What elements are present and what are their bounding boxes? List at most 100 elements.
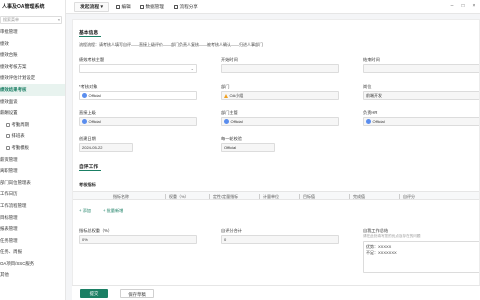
created-date-field[interactable]: 2024-05-22: [79, 143, 133, 152]
col-target: 目标值: [303, 194, 315, 199]
sidebar-item[interactable]: 考勤模板: [0, 142, 65, 154]
reviewer-field[interactable]: Official: [221, 143, 275, 152]
sidebar-item[interactable]: 绩效面谈: [0, 96, 65, 108]
menu-item-icon: [6, 122, 10, 127]
direct-superior-field[interactable]: Official: [79, 117, 197, 126]
sidebar-item[interactable]: 离职管理: [0, 165, 65, 177]
col-unit: 计量单位: [263, 194, 279, 199]
sidebar-item[interactable]: 工作流程管理: [0, 200, 65, 212]
sidebar-item-label: 考勤周期: [11, 121, 30, 127]
self-score-total-field: 0: [221, 235, 339, 244]
sidebar-item[interactable]: 薪酬设置: [0, 107, 65, 119]
sidebar-item[interactable]: 其他: [0, 269, 65, 281]
form-card: 基本信息 流程流程：请考核人填写自评——直接上级评价——部门负责人复核——被考核…: [72, 19, 480, 300]
indicator-label: 考核指标: [79, 182, 96, 187]
sidebar-item[interactable]: 薪资管理: [0, 154, 65, 166]
reviewer-label: 每一轮校验: [221, 136, 242, 141]
menu-search-input[interactable]: 搜索菜单 «: [0, 16, 62, 24]
sidebar-item[interactable]: 考勤周期: [0, 119, 65, 131]
submit-button[interactable]: 提交: [80, 289, 108, 298]
close-button[interactable]: ×: [470, 2, 478, 10]
assessee-field[interactable]: Official: [79, 91, 197, 100]
sidebar-item-label: 绩效评估计划设定: [0, 75, 36, 81]
sidebar-item-label: 绩效台账: [0, 52, 18, 58]
column-divider: [299, 194, 300, 199]
tab-start-process-label: 发起流程: [80, 5, 100, 10]
sidebar-item[interactable]: OA项目/SSC服务: [0, 258, 65, 270]
weight-total-label: 指标总权重（%）: [79, 228, 113, 233]
save-draft-button[interactable]: 保存草稿: [120, 289, 154, 298]
self-eval-title: 自评工作: [79, 165, 99, 170]
edit-button[interactable]: 编辑: [116, 2, 131, 12]
share-process-button[interactable]: 流程分享: [174, 2, 198, 12]
summary-textarea[interactable]: 优势：XXXXX 不足：XXXXXXX: [363, 241, 479, 273]
sidebar-item[interactable]: 审批管理: [0, 26, 65, 38]
start-time-field[interactable]: [221, 64, 339, 73]
sidebar-item[interactable]: 部门岗位管理表: [0, 177, 65, 189]
sidebar-item-label: 目标管理: [0, 214, 18, 220]
dept-value: OA小组: [229, 93, 244, 98]
col-self-score: 自评分: [403, 194, 415, 199]
menu-item-icon: [6, 134, 10, 139]
end-time-field[interactable]: [363, 64, 479, 73]
col-qualitative: 定性/定量指标: [213, 194, 239, 199]
column-divider: [165, 194, 166, 199]
minimize-button[interactable]: –: [448, 2, 456, 10]
sidebar-item[interactable]: 绩效台账: [0, 49, 65, 61]
database-icon: [140, 4, 144, 9]
sidebar-item[interactable]: 绩效考核方案: [0, 61, 65, 73]
sidebar-item[interactable]: 绩效结果考核: [0, 83, 65, 96]
assessee-label: *考核对象: [79, 84, 98, 89]
avatar: [82, 93, 87, 99]
sidebar-item-label: 排班表: [11, 133, 25, 139]
sidebar-item[interactable]: 绩效: [0, 38, 65, 50]
sidebar-item-label: 审批管理: [0, 29, 18, 34]
self-eval-underline: [79, 170, 101, 171]
dept-field[interactable]: OA小组: [221, 91, 339, 100]
add-row-button[interactable]: + 添加: [79, 208, 91, 214]
column-divider: [209, 194, 210, 199]
data-manage-label: 数据管理: [145, 4, 164, 9]
menu-item-icon: [6, 145, 10, 150]
sidebar-item[interactable]: 报表管理: [0, 223, 65, 235]
sidebar-item-label: 离职管理: [0, 168, 18, 174]
sidebar-item-label: 工作日历: [0, 191, 18, 197]
sidebar-item[interactable]: 工作日历: [0, 188, 65, 200]
sidebar-item-label: 报表管理: [0, 226, 18, 232]
indicator-table-header: 指标名称 权重（%） 定性/定量指标 计量单位 目标值 完成值 自评分: [73, 191, 479, 200]
collapse-menu-icon[interactable]: «: [58, 17, 60, 23]
hr-field[interactable]: Official: [363, 117, 479, 126]
dept-head-field[interactable]: Official: [221, 117, 339, 126]
sidebar-item-label: 绩效面谈: [0, 98, 18, 104]
sidebar-item-label: 考勤模板: [11, 144, 30, 150]
column-divider: [399, 194, 400, 199]
direct-superior-value: Official: [88, 119, 101, 124]
sidebar-item[interactable]: 排班表: [0, 130, 65, 142]
sidebar: 人事及OA管理系统 搜索菜单 « 审批管理 绩效 绩效台账 绩效考核方案 绩效评估计划设…: [0, 0, 66, 300]
basic-info-underline: [79, 36, 101, 37]
data-manage-button[interactable]: 数据管理: [140, 2, 164, 12]
chevron-down-icon: ⌄: [190, 66, 194, 71]
form-footer: 提交 保存草稿: [72, 285, 480, 300]
position-field[interactable]: 前端开发: [363, 91, 479, 100]
maximize-button[interactable]: □: [459, 2, 467, 10]
start-time-label: 开始时间: [221, 57, 238, 62]
sidebar-item[interactable]: 绩效评估计划设定: [0, 72, 65, 84]
plan-select[interactable]: ⌄: [79, 64, 197, 73]
sidebar-item[interactable]: 任务管理: [0, 235, 65, 247]
assessee-value: Official: [88, 93, 101, 98]
batch-add-button[interactable]: + 批量新增: [103, 208, 123, 214]
end-time-label: 结束时间: [363, 57, 380, 62]
sidebar-item[interactable]: 目标管理: [0, 212, 65, 224]
position-label: 岗位: [363, 84, 372, 89]
menu-search-placeholder: 搜索菜单: [3, 17, 19, 22]
sidebar-menu: 审批管理绩效绩效台账绩效考核方案绩效评估计划设定 绩效结果考核 绩效面谈薪酬设置考勤…: [0, 26, 65, 281]
sidebar-item-label: 绩效考核方案: [0, 63, 27, 69]
sidebar-item-label: 绩效结果考核: [0, 86, 27, 92]
dept-head-label: 部门主管: [221, 110, 238, 115]
tab-start-process[interactable]: 发起流程 ▾: [74, 2, 109, 12]
weight-total-field: 0%: [79, 235, 197, 244]
dept-icon: [224, 93, 228, 98]
share-icon: [174, 4, 178, 9]
sidebar-item[interactable]: 任务、周报: [0, 246, 65, 258]
